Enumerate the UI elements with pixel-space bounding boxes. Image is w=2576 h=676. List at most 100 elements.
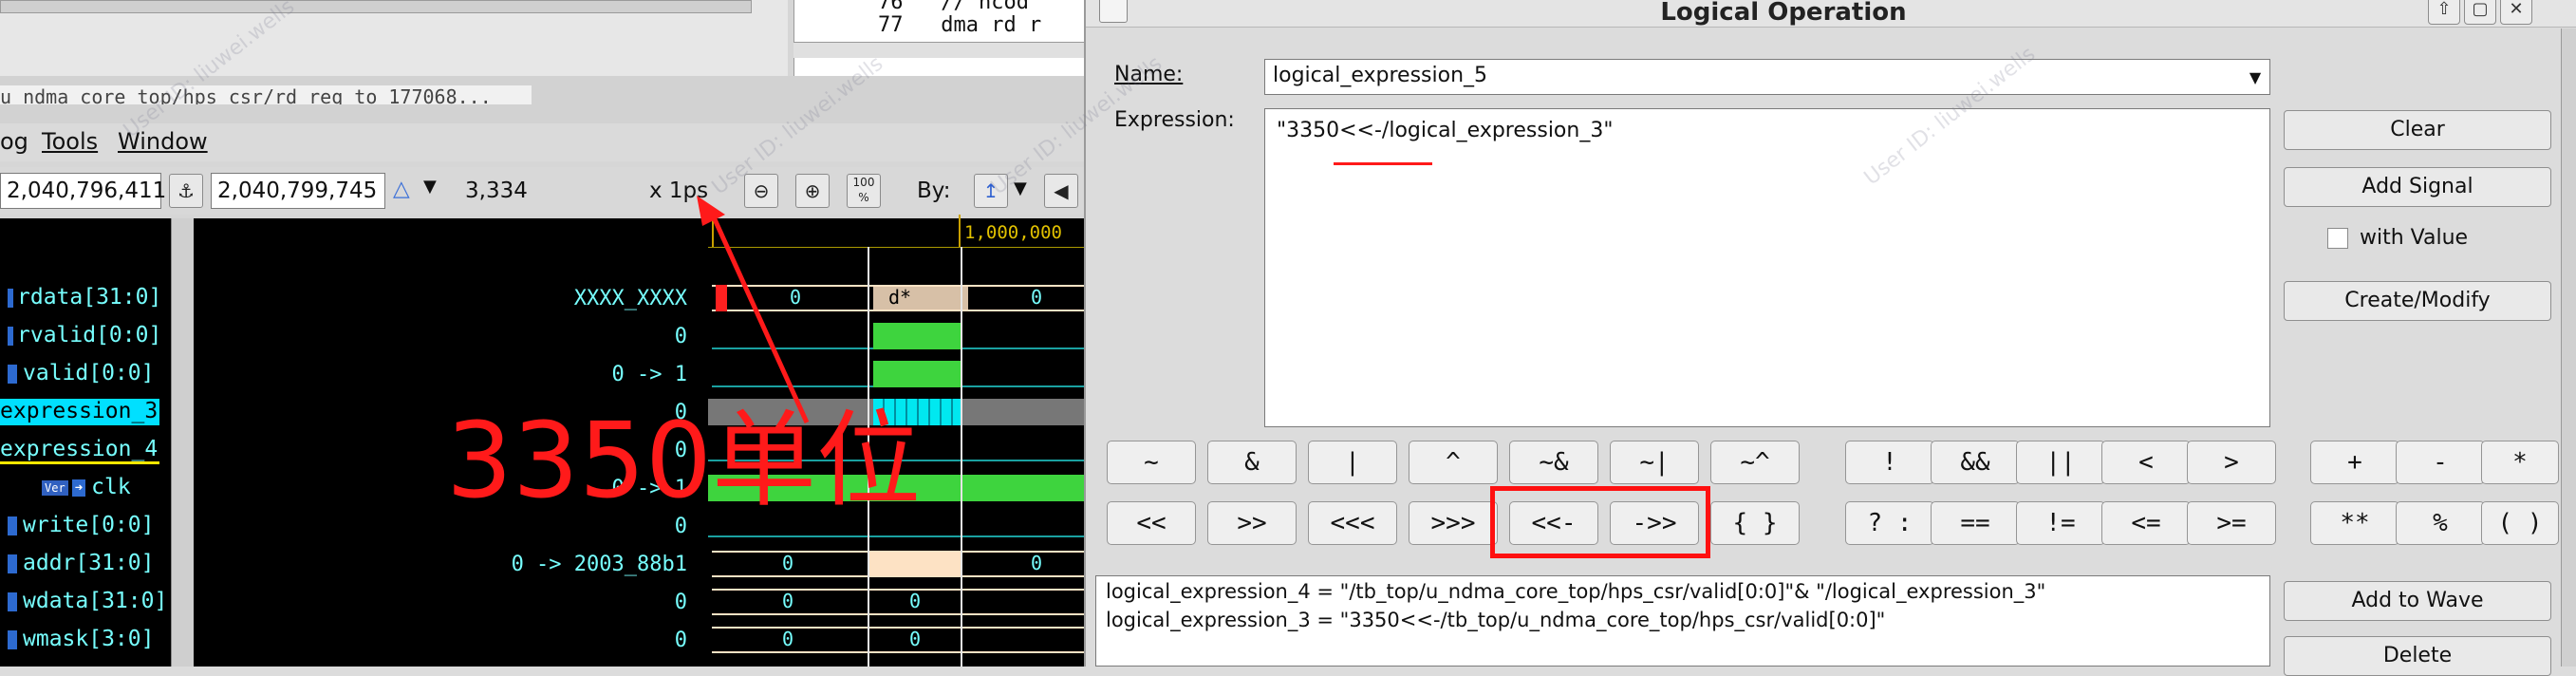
op-concat[interactable]: { } — [1710, 501, 1800, 545]
op-arith-shift-left[interactable]: <<< — [1308, 501, 1397, 545]
create-modify-button[interactable]: Create/Modify — [2284, 281, 2551, 321]
line-code: // ncod — [941, 0, 1029, 14]
op-greater-equal[interactable]: >= — [2187, 501, 2276, 545]
op-bitwise-and[interactable]: & — [1207, 441, 1297, 484]
right-edge-scrollbar[interactable] — [2561, 28, 2576, 667]
signal-rvalid[interactable]: rvalid[0:0] — [8, 323, 161, 347]
op-equal[interactable]: == — [1931, 501, 2020, 545]
dialog-title: Logical Operation — [1660, 0, 1907, 27]
annotation-text: 3350单位 — [446, 400, 921, 521]
ver-tag-icon: Ver — [42, 479, 68, 496]
cursor-pin-icon[interactable]: ⚓ — [169, 174, 203, 208]
op-logical-or[interactable]: || — [2016, 441, 2105, 484]
op-power[interactable]: ** — [2310, 501, 2399, 545]
search-prev-icon[interactable]: ◀ — [1044, 174, 1078, 208]
clear-button[interactable]: Clear — [2284, 110, 2551, 150]
op-greater-than[interactable]: > — [2187, 441, 2276, 484]
wave-rdata-label-b: d* — [888, 286, 912, 309]
op-multiply[interactable]: * — [2481, 441, 2559, 484]
signal-expression-4[interactable]: expression_4 — [0, 437, 159, 464]
list-item[interactable]: logical_expression_3 = "3350<<-/tb_top/u… — [1106, 609, 1885, 631]
expression-textarea[interactable]: "3350<<-/logical_expression_3" — [1264, 108, 2270, 427]
wave-wdata-label-a: 0 — [782, 590, 794, 612]
menu-log[interactable]: og — [0, 128, 28, 155]
op-shift-right[interactable]: >> — [1207, 501, 1297, 545]
signal-write[interactable]: write[0:0] — [8, 513, 154, 537]
op-modulo[interactable]: % — [2396, 501, 2485, 545]
op-nor[interactable]: ~| — [1610, 441, 1699, 484]
signal-vertical-scrollbar[interactable] — [171, 218, 195, 667]
signal-addr[interactable]: addr[31:0] — [8, 551, 154, 575]
list-item[interactable]: logical_expression_4 = "/tb_top/u_ndma_c… — [1106, 580, 2045, 603]
op-parentheses[interactable]: ( ) — [2481, 501, 2559, 545]
delete-button[interactable]: Delete — [2284, 636, 2551, 676]
delta-triangle-icon: △ — [393, 177, 410, 201]
add-to-wave-button[interactable]: Add to Wave — [2284, 581, 2551, 621]
signal-expression-3[interactable]: expression_3 — [0, 399, 159, 425]
wave-rvalid-pulse — [873, 323, 961, 349]
with-value-label: with Value — [2360, 226, 2469, 250]
signal-name: rdata[31:0] — [17, 285, 162, 310]
expression-value: "3350<<-/logical_expression_3" — [1277, 119, 1614, 142]
op-nand[interactable]: ~& — [1509, 441, 1598, 484]
source-line-76: 76 // ncod — [878, 0, 1029, 14]
signal-wdata[interactable]: wdata[31:0] — [8, 589, 167, 613]
window-maximize-icon[interactable]: ▢ — [2464, 0, 2496, 25]
op-ternary[interactable]: ? : — [1845, 501, 1934, 545]
op-xnor[interactable]: ~^ — [1710, 441, 1800, 484]
signal-path-text: u_ndma_core_top/hps_csr/rd_req_to_177068… — [0, 85, 532, 104]
wave-wmask-label-b: 0 — [909, 628, 922, 650]
signal-wmask[interactable]: wmask[3:0] — [8, 627, 154, 651]
op-shift-left[interactable]: << — [1107, 501, 1196, 545]
signal-name: valid[0:0] — [23, 361, 155, 385]
op-bitwise-not[interactable]: ~ — [1107, 441, 1196, 484]
wave-wmask-label-a: 0 — [782, 628, 794, 650]
wave-rdata-label-c: 0 — [1031, 286, 1043, 309]
log-horizontal-scrollbar[interactable] — [0, 0, 752, 13]
cursor2-time-field[interactable]: 2,040,799,745 — [211, 173, 385, 209]
op-less-than[interactable]: < — [2101, 441, 2191, 484]
signal-name: wdata[31:0] — [23, 589, 168, 613]
signal-name: rvalid[0:0] — [17, 323, 162, 347]
delta-dropdown-icon[interactable]: ▼ — [423, 177, 437, 197]
op-bitwise-xor[interactable]: ^ — [1409, 441, 1498, 484]
op-less-equal[interactable]: <= — [2101, 501, 2191, 545]
chevron-down-icon[interactable]: ▼ — [2245, 67, 2266, 88]
signal-name: write[0:0] — [23, 513, 155, 537]
with-value-checkbox[interactable] — [2327, 228, 2348, 249]
blue-tag-icon — [8, 592, 17, 611]
op-logical-not[interactable]: ! — [1845, 441, 1934, 484]
value-wmask: 0 — [674, 629, 687, 652]
window-close-icon[interactable]: ✕ — [2500, 0, 2532, 25]
op-minus[interactable]: - — [2396, 441, 2485, 484]
line-code: dma rd r — [941, 13, 1042, 37]
menu-tools[interactable]: Tools — [42, 128, 98, 155]
blue-tag-icon — [8, 629, 17, 649]
cursor1-time-field[interactable]: 2,040,796,411 — [0, 173, 166, 209]
signal-clk[interactable]: Ver ➜ clk — [42, 475, 131, 499]
wave-valid-pulse — [873, 361, 961, 387]
signal-valid[interactable]: valid[0:0] — [8, 361, 154, 385]
blue-tag-icon — [8, 326, 13, 346]
op-not-equal[interactable]: != — [2016, 501, 2105, 545]
log-pane — [0, 0, 788, 77]
name-combobox[interactable]: logical_expression_5 ▼ — [1264, 59, 2270, 95]
source-horizontal-scrollbar[interactable] — [793, 42, 1084, 58]
red-underline-annotation — [1334, 162, 1432, 165]
op-plus[interactable]: + — [2310, 441, 2399, 484]
cursor-2-line[interactable] — [961, 247, 962, 667]
blue-tag-icon — [8, 364, 17, 384]
signal-name: clk — [91, 475, 131, 499]
op-bitwise-or[interactable]: | — [1308, 441, 1397, 484]
value-wdata: 0 — [674, 591, 687, 614]
op-logical-and[interactable]: && — [1931, 441, 2020, 484]
wave-wdata-label-b: 0 — [909, 590, 922, 612]
add-signal-button[interactable]: Add Signal — [2284, 167, 2551, 207]
op-arith-shift-right[interactable]: >>> — [1409, 501, 1498, 545]
zoom-fit-icon[interactable]: 100% — [847, 174, 881, 208]
signal-name: wmask[3:0] — [23, 627, 155, 651]
expressions-list[interactable]: logical_expression_4 = "/tb_top/u_ndma_c… — [1095, 575, 2270, 667]
window-shade-icon[interactable]: ⇧ — [2428, 0, 2460, 25]
signal-rdata[interactable]: rdata[31:0] — [8, 285, 161, 310]
red-highlight-box — [1490, 486, 1710, 558]
